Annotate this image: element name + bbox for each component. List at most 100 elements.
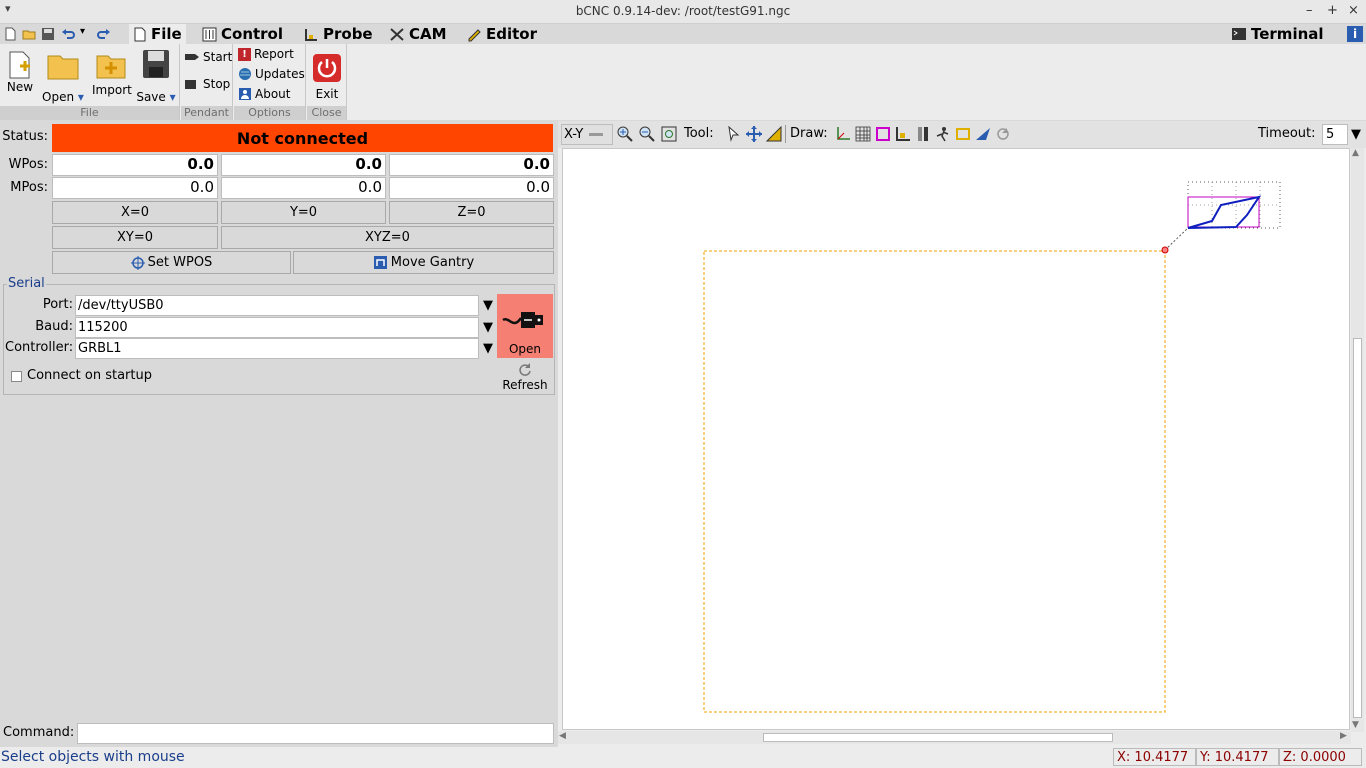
vertical-scroll-thumb[interactable] <box>1353 338 1362 718</box>
select-pointer-icon[interactable] <box>726 126 742 142</box>
controller-dropdown-arrow-icon[interactable]: ▼ <box>480 338 496 359</box>
redo-icon[interactable] <box>97 27 111 41</box>
probe-draw-icon[interactable] <box>895 126 911 142</box>
port-dropdown-arrow-icon[interactable]: ▼ <box>480 295 496 316</box>
horizontal-scroll-thumb[interactable] <box>763 733 1113 742</box>
serial-legend: Serial <box>7 276 46 291</box>
zero-xyz-button[interactable]: XYZ=0 <box>221 226 554 249</box>
start-label: Start <box>203 50 233 64</box>
zoom-out-icon[interactable] <box>639 126 655 142</box>
group-label-file: File <box>0 106 179 120</box>
status-bar: Select objects with mouse X: 10.4177 Y: … <box>0 747 1366 768</box>
editor-icon <box>468 28 481 41</box>
tab-cam[interactable]: CAM <box>385 24 451 44</box>
probe-icon <box>305 28 317 41</box>
set-wpos-button[interactable]: Set WPOS <box>52 251 291 274</box>
zoom-fit-icon[interactable] <box>661 126 677 142</box>
tab-label: Terminal <box>1251 25 1324 43</box>
baud-combobox[interactable]: 115200 <box>75 317 479 338</box>
updates-button[interactable]: Updates <box>238 67 305 81</box>
scroll-left-icon[interactable]: ◀ <box>559 731 566 741</box>
port-combobox[interactable]: /dev/ttyUSB0 <box>75 295 479 316</box>
canvas-vertical-scrollbar[interactable]: ▲ ▼ <box>1351 148 1364 732</box>
workarea-boundary <box>703 250 1166 713</box>
workarea-icon[interactable] <box>915 126 931 142</box>
save-button[interactable]: Save ▾ <box>136 48 176 104</box>
open-folder-icon[interactable] <box>22 27 36 41</box>
scroll-down-icon[interactable]: ▼ <box>1352 720 1359 730</box>
baud-label: Baud: <box>35 319 73 334</box>
tab-label: File <box>151 25 182 43</box>
new-file-icon <box>9 51 30 79</box>
tab-editor[interactable]: Editor <box>462 24 541 44</box>
rapid-move-line <box>1164 227 1189 251</box>
exit-label: Exit <box>315 87 339 101</box>
pendant-start-button[interactable]: Start <box>184 50 232 64</box>
timeout-dropdown-arrow-icon[interactable]: ▼ <box>1349 125 1363 145</box>
ruler-icon[interactable] <box>766 126 782 142</box>
control-icon <box>202 27 217 41</box>
command-input[interactable] <box>77 723 554 744</box>
camera-icon[interactable] <box>975 126 991 142</box>
pendant-stop-button[interactable]: Stop <box>184 77 230 91</box>
zoom-in-icon[interactable] <box>617 126 633 142</box>
mpos-y-value: 0.0 <box>221 177 386 199</box>
timeout-spinbox[interactable]: 5 <box>1322 124 1348 145</box>
undo-icon[interactable] <box>61 27 75 41</box>
pendant-stop-icon <box>185 80 196 89</box>
maximize-icon[interactable]: + <box>1327 3 1338 18</box>
serial-refresh-button[interactable]: Refresh <box>497 360 553 394</box>
exit-button[interactable]: Exit <box>310 53 344 101</box>
tab-label: Probe <box>323 25 373 43</box>
tab-label: CAM <box>409 25 447 43</box>
view-combobox[interactable]: X-Y <box>561 124 613 145</box>
paths-icon[interactable] <box>955 126 971 142</box>
tab-terminal[interactable]: Terminal <box>1227 24 1328 44</box>
ribbon-group-file: New Open ▾ Import Save ▾ File <box>0 44 180 120</box>
minimize-icon[interactable]: – <box>1306 3 1313 18</box>
globe-icon <box>239 68 251 80</box>
report-button[interactable]: ! Report <box>238 47 294 61</box>
ribbon-group-options: ! Report Updates About Options <box>234 44 306 120</box>
zero-xy-button[interactable]: XY=0 <box>52 226 218 249</box>
gcode-canvas[interactable] <box>562 148 1350 730</box>
zero-z-button[interactable]: Z=0 <box>389 201 554 224</box>
view-value: X-Y <box>564 127 584 142</box>
tab-probe[interactable]: Probe <box>300 24 377 44</box>
canvas-horizontal-scrollbar[interactable]: ◀ ▶ <box>558 731 1351 744</box>
tab-file[interactable]: File <box>129 24 186 44</box>
close-icon[interactable]: × <box>1348 3 1359 18</box>
group-label-options: Options <box>234 106 305 120</box>
axes-icon[interactable] <box>835 126 851 142</box>
pan-move-icon[interactable] <box>746 126 762 142</box>
info-icon[interactable]: i <box>1347 26 1363 42</box>
zero-x-button[interactable]: X=0 <box>52 201 218 224</box>
status-label: Status: <box>2 129 48 144</box>
scroll-right-icon[interactable]: ▶ <box>1340 731 1347 741</box>
open-button[interactable]: Open ▾ <box>42 48 84 104</box>
redraw-icon[interactable] <box>995 126 1011 142</box>
margins-icon[interactable] <box>875 126 891 142</box>
zero-y-button[interactable]: Y=0 <box>221 201 386 224</box>
scroll-up-icon[interactable]: ▲ <box>1352 148 1359 158</box>
serial-open-button[interactable]: Open <box>497 294 553 358</box>
group-label-pendant: Pendant <box>181 106 232 120</box>
move-gantry-button[interactable]: Move Gantry <box>293 251 554 274</box>
new-label: New <box>6 80 34 94</box>
open-serial-label: Open <box>508 342 542 356</box>
import-button[interactable]: Import <box>92 50 132 97</box>
baud-dropdown-arrow-icon[interactable]: ▼ <box>480 317 496 338</box>
tab-control[interactable]: Control <box>198 24 287 44</box>
new-button[interactable]: New <box>4 50 36 94</box>
save-disk-icon <box>143 50 169 78</box>
rapid-motion-icon[interactable] <box>935 126 951 142</box>
new-file-icon[interactable] <box>3 27 17 41</box>
grid-icon[interactable] <box>855 126 871 142</box>
command-label: Command: <box>3 725 75 740</box>
save-icon[interactable] <box>41 27 55 41</box>
about-button[interactable]: About <box>238 87 290 101</box>
save-label: Save ▾ <box>136 90 176 104</box>
undo-history-dropdown-icon[interactable]: ▾ <box>80 26 85 37</box>
connect-on-startup-checkbox[interactable] <box>11 371 22 382</box>
controller-combobox[interactable]: GRBL1 <box>75 338 479 359</box>
